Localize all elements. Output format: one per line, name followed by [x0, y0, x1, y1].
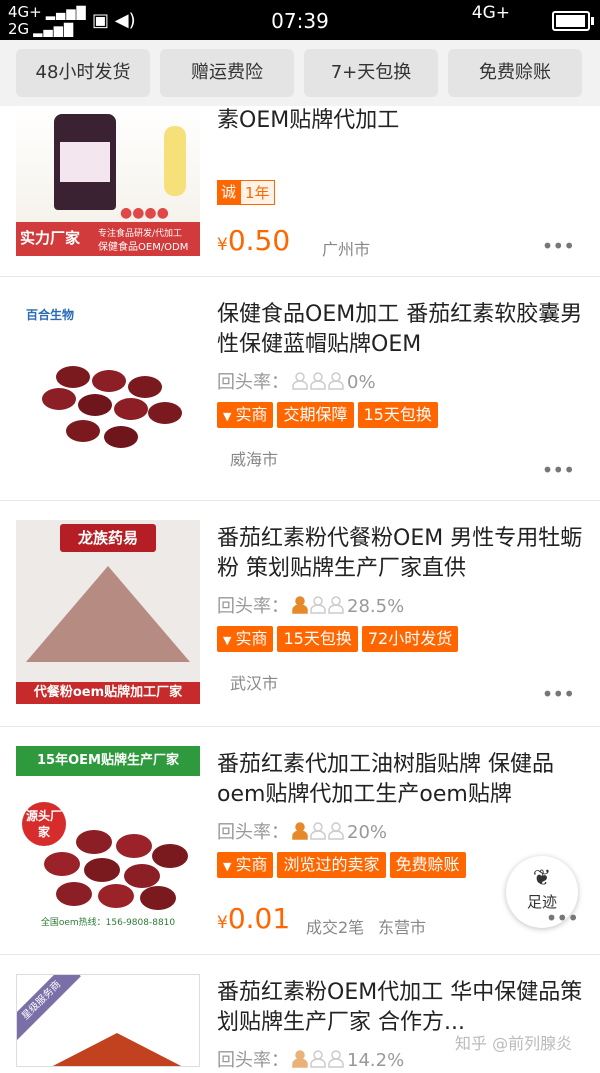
tag: 免费赊账 — [389, 852, 466, 878]
city: 威海市 — [230, 450, 279, 469]
product-title[interactable]: 番茄红素代加工油树脂贴牌 保健品oem贴牌代加工生产oem贴牌 — [217, 750, 587, 810]
hotline-text: 全国oem热线：156-9808-8810 — [40, 918, 176, 928]
tag-verified: ▼ 实商 — [217, 626, 274, 652]
more-options-icon[interactable]: ••• — [546, 906, 579, 930]
watermark: 知乎 @前列腺炎 — [455, 1034, 573, 1053]
filter-free-credit[interactable]: 免费赊账 — [448, 49, 582, 97]
product-image[interactable]: ●●●● 实力厂家 专注食品研发/代加工 保健食品OEM/ODM — [16, 106, 200, 256]
tag: 交期保障 — [277, 402, 354, 428]
powder-image — [26, 566, 190, 662]
product-title[interactable]: 番茄红素粉代餐粉OEM 男性专用牡蛎粉 策划贴牌生产厂家直供 — [217, 524, 587, 584]
credit-badge: 诚 1年 — [217, 180, 275, 205]
brand-logo: 百合生物 — [26, 308, 75, 322]
service-tags: ▼ 实商 交期保障 15天包换 — [217, 402, 438, 428]
service-tags: ▼ 实商 15天包换 72小时发货 — [217, 626, 459, 652]
more-options-icon[interactable]: ••• — [542, 458, 575, 482]
list-item[interactable]: ●●●● 实力厂家 专注食品研发/代加工 保健食品OEM/ODM 素OEM贴牌代… — [0, 106, 600, 277]
filter-7day-exchange[interactable]: 7+天包换 — [304, 49, 438, 97]
repeat-rate: 回头率： 20% — [217, 821, 388, 845]
product-image[interactable]: 星级服务商 — [16, 974, 200, 1067]
city: 广州市 — [322, 240, 371, 259]
network-indicator: 4G+ — [471, 3, 510, 23]
battery-icon — [552, 11, 594, 31]
city: 东营市 — [378, 918, 427, 937]
filter-shipping-insurance[interactable]: 赠运费险 — [160, 49, 294, 97]
tag: 72小时发货 — [361, 626, 459, 652]
repeat-rate: 回头率： 28.5% — [217, 595, 405, 619]
price: ¥0.50 — [217, 224, 291, 257]
list-item[interactable]: 龙族药易 代餐粉oem贴牌加工厂家 番茄红素粉代餐粉OEM 男性专用牡蛎粉 策划… — [0, 502, 600, 727]
tag: 15天包换 — [357, 402, 438, 428]
status-bar: 4G+ ▂▄▆█ 2G ▂▄▆█ ▣ ◀) 07:39 4G+ — [0, 0, 600, 40]
repeat-rate: 回头率： 0% — [217, 371, 376, 395]
product-image[interactable]: 百合生物 — [16, 296, 200, 480]
thumb-banner: 15年OEM贴牌生产厂家 — [16, 746, 200, 776]
tag-verified: ▼ 实商 — [217, 402, 274, 428]
product-title[interactable]: 素OEM贴牌代加工 — [217, 106, 587, 136]
city: 武汉市 — [230, 674, 279, 693]
tag: 15天包换 — [277, 626, 358, 652]
repeat-rate-icon — [291, 595, 345, 619]
footprint-icon: ❦ — [532, 866, 552, 891]
ribbon-badge: 星级服务商 — [17, 975, 81, 1040]
more-options-icon[interactable]: ••• — [542, 682, 575, 706]
capsules-image — [36, 366, 186, 456]
more-options-icon[interactable]: ••• — [542, 234, 575, 258]
price: ¥0.01 — [217, 902, 291, 935]
tag: 浏览过的卖家 — [277, 852, 386, 878]
powder-image — [47, 1033, 187, 1066]
repeat-rate-icon — [291, 371, 345, 395]
service-tags: ▼ 实商 浏览过的卖家 免费赊账 — [217, 852, 466, 878]
product-title[interactable]: 保健食品OEM加工 番茄红素软胶囊男性保健蓝帽贴牌OEM — [217, 300, 587, 360]
bottle-image — [54, 114, 116, 210]
list-item[interactable]: 百合生物 保健食品OEM加工 番茄红素软胶囊男性保健蓝帽贴牌OEM 回头率： 0%… — [0, 278, 600, 501]
repeat-rate-icon — [291, 1049, 345, 1073]
product-title[interactable]: 番茄红素粉OEM代加工 华中保健品策划贴牌生产厂家 合作方... — [217, 978, 587, 1038]
brand-logo: 龙族药易 — [60, 524, 156, 552]
filter-bar: 48小时发货 赠运费险 7+天包换 免费赊账 — [0, 40, 600, 106]
clock: 07:39 — [271, 9, 329, 33]
repeat-rate-icon — [291, 821, 345, 845]
sales-count: 成交2笔 — [306, 918, 365, 937]
capsules-image — [36, 830, 196, 910]
thumb-caption: 实力厂家 — [20, 229, 81, 247]
tag-verified: ▼ 实商 — [217, 852, 274, 878]
product-image[interactable]: 龙族药易 代餐粉oem贴牌加工厂家 — [16, 520, 200, 704]
thumb-caption: 代餐粉oem贴牌加工厂家 — [16, 682, 200, 704]
product-image[interactable]: 15年OEM贴牌生产厂家 源头厂家 全国oem热线：156-9808-8810 — [16, 746, 200, 930]
repeat-rate: 回头率： 14.2% — [217, 1049, 405, 1073]
list-item[interactable]: 15年OEM贴牌生产厂家 源头厂家 全国oem热线：156-9808-8810 … — [0, 728, 600, 955]
filter-48h-shipping[interactable]: 48小时发货 — [16, 49, 150, 97]
